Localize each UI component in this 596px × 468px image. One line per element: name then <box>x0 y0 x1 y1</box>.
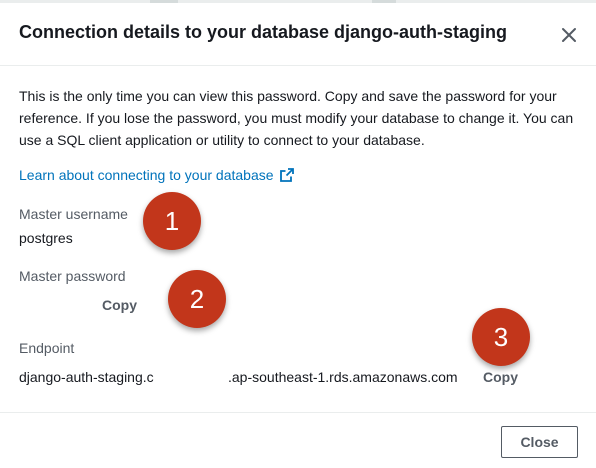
endpoint-label: Endpoint <box>19 340 75 356</box>
annotation-badge-1: 1 <box>143 192 201 250</box>
modal-header: Connection details to your database djan… <box>0 3 596 66</box>
endpoint-value-prefix: django-auth-staging.c <box>19 369 154 385</box>
close-button[interactable]: Close <box>501 426 578 458</box>
copy-endpoint-button[interactable]: Copy <box>483 369 518 385</box>
connection-details-modal: Connection details to your database djan… <box>0 0 596 468</box>
master-username-value: postgres <box>19 230 73 246</box>
annotation-badge-3: 3 <box>472 308 530 366</box>
copy-password-button[interactable]: Copy <box>102 297 137 313</box>
external-link-icon <box>279 168 294 182</box>
master-password-label: Master password <box>19 268 126 284</box>
endpoint-value-suffix: .ap-southeast-1.rds.amazonaws.com <box>228 369 458 385</box>
learn-connecting-label: Learn about connecting to your database <box>19 167 274 183</box>
master-username-label: Master username <box>19 206 128 222</box>
intro-text: This is the only time you can view this … <box>19 88 574 148</box>
annotation-badge-2: 2 <box>168 270 226 328</box>
learn-connecting-link[interactable]: Learn about connecting to your database <box>19 167 294 183</box>
close-icon[interactable] <box>560 26 578 44</box>
modal-title: Connection details to your database djan… <box>19 22 508 42</box>
